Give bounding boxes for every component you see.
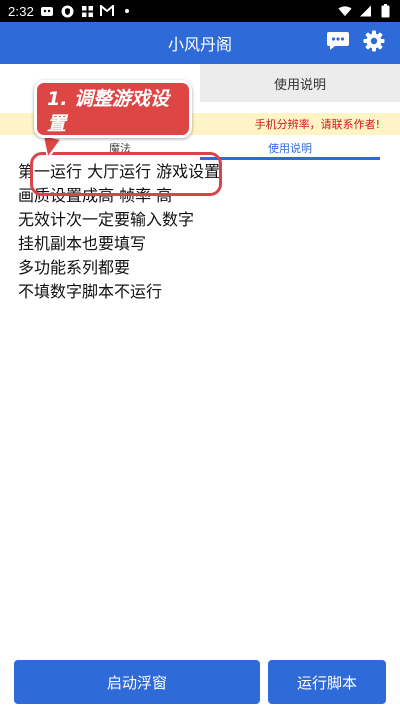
tab-usage-label: 使用说明 [273,77,326,93]
start-float-window-button[interactable]: 启动浮窗 [14,660,260,704]
status-bar: 2:32 [0,0,400,22]
warning-text: 手机分辨率，请联系作者! [254,118,380,131]
run-script-label: 运行脚本 [296,673,357,692]
instruction-line: 多功能系列都要 [18,258,131,277]
app-header: 小风丹阁 [0,22,400,64]
annotation-callout: 1. 调整游戏设 置 [34,80,192,138]
annotation-callout-line: 1. 调整游戏设 [47,88,170,110]
grid-app-icon [80,4,94,18]
status-right [338,4,392,18]
settings-button[interactable] [358,27,390,59]
start-float-window-label: 启动浮窗 [106,673,167,692]
cellular-signal-icon [358,4,372,18]
run-script-button[interactable]: 运行脚本 [268,660,386,704]
annotation-callout-line: 置 [47,113,67,135]
instruction-line: 挂机副本也要填写 [18,234,147,253]
instruction-line: 不填数字脚本不运行 [18,282,163,301]
chat-button[interactable] [322,27,354,59]
chat-icon [326,30,350,56]
status-time: 2:32 [8,3,35,19]
gear-icon [363,30,385,56]
notification-app-icon [40,4,54,18]
status-left: 2:32 [8,4,134,19]
instruction-line: 无效计次一定要输入数字 [18,210,195,229]
wifi-icon [338,4,352,18]
gmail-icon [100,4,115,18]
battery-icon [378,4,392,18]
app-title: 小风丹阁 [167,35,232,54]
dot-icon [120,4,134,18]
sub-tab-usage-label: 使用说明 [268,142,312,155]
tab-usage[interactable]: 使用说明 [200,64,400,102]
shield-app-icon [60,4,74,18]
